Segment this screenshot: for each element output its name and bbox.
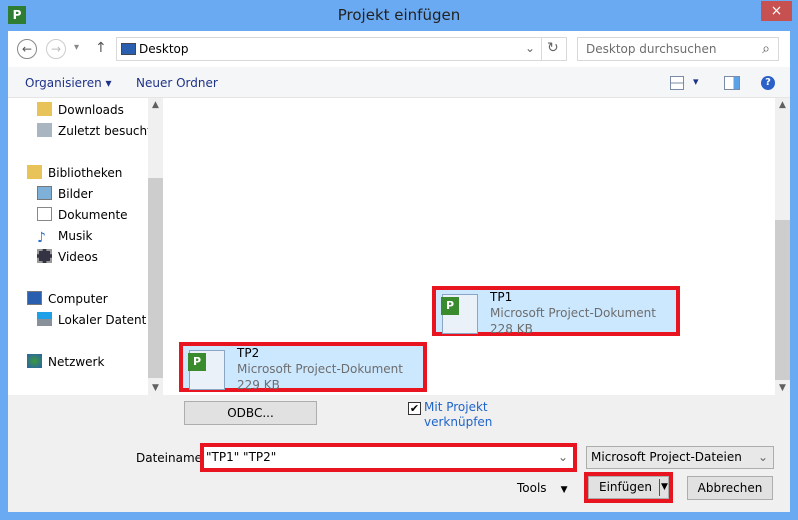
organize-button[interactable]: Organisieren ▾ <box>25 76 112 90</box>
recent-locations-dropdown[interactable]: ▾ <box>74 42 79 53</box>
insert-label: Einfügen <box>599 480 652 494</box>
cancel-button[interactable]: Abbrechen <box>687 476 773 500</box>
nav-label: Bibliotheken <box>48 166 123 180</box>
insert-dropdown-icon[interactable]: ▼ <box>661 477 668 498</box>
nav-label: Lokaler Datenträger <box>58 313 147 327</box>
content-scroll-thumb[interactable] <box>775 220 790 380</box>
filetype-value: Microsoft Project-Dateien <box>591 450 742 464</box>
content-scrollbar[interactable]: ▲ ▼ <box>775 98 790 395</box>
file-item-tp2[interactable]: P TP2 Microsoft Project-Dokument 229 KB <box>179 342 427 392</box>
change-view-icon[interactable] <box>670 76 684 90</box>
navigation-pane: Downloads Zuletzt besucht Bibliotheken B… <box>8 98 164 395</box>
nav-item-music[interactable]: ♪ Musik <box>37 226 93 246</box>
nav-label: Zuletzt besucht <box>58 124 152 138</box>
file-type: Microsoft Project-Dokument <box>490 306 656 320</box>
new-folder-button[interactable]: Neuer Ordner <box>136 76 218 90</box>
link-project-label[interactable]: Mit Projekt verknüpfen <box>424 400 492 430</box>
scroll-down-icon[interactable]: ▼ <box>148 383 163 393</box>
file-name: TP2 <box>237 346 260 360</box>
videos-icon <box>37 249 52 263</box>
forward-button[interactable]: → <box>46 39 66 59</box>
tools-label: Tools <box>517 481 547 495</box>
filetype-dropdown-icon: ⌄ <box>757 450 768 464</box>
file-size: 228 KB <box>490 322 533 336</box>
insert-button[interactable]: Einfügen ▼ <box>588 476 669 499</box>
file-type: Microsoft Project-Dokument <box>237 362 403 376</box>
nav-item-libraries[interactable]: Bibliotheken <box>27 163 122 183</box>
computer-icon <box>27 291 42 305</box>
recent-places-icon <box>37 123 52 137</box>
refresh-icon[interactable]: ↻ <box>547 40 559 56</box>
nav-item-computer[interactable]: Computer <box>27 289 108 309</box>
project-app-icon: P <box>8 6 26 24</box>
link-label-line2: verknüpfen <box>424 415 493 429</box>
nav-item-network[interactable]: Netzwerk <box>27 352 104 372</box>
nav-label: Musik <box>58 229 93 243</box>
nav-label: Computer <box>48 292 108 306</box>
search-icon[interactable]: ⌕ <box>762 38 770 60</box>
file-size: 229 KB <box>237 378 280 392</box>
link-label-line1: Mit Projekt <box>424 400 488 414</box>
window-title: Projekt einfügen <box>337 6 461 24</box>
odbc-button[interactable]: ODBC... <box>184 401 317 425</box>
downloads-folder-icon <box>37 102 52 116</box>
nav-item-downloads[interactable]: Downloads <box>37 100 124 120</box>
search-placeholder: Desktop durchsuchen <box>586 42 717 56</box>
project-file-icon: P <box>188 350 225 390</box>
documents-icon <box>37 207 52 221</box>
nav-label: Dokumente <box>58 208 128 222</box>
nav-item-pictures[interactable]: Bilder <box>37 184 93 204</box>
link-project-checkbox[interactable]: ✔ <box>408 402 421 415</box>
nav-label: Downloads <box>58 103 124 117</box>
filename-dropdown-icon[interactable]: ⌄ <box>558 447 568 468</box>
address-bar[interactable]: Desktop ⌄ ↻ <box>116 37 567 61</box>
close-button[interactable]: × <box>761 1 792 21</box>
project-file-icon: P <box>441 294 478 334</box>
file-item-tp1[interactable]: P TP1 Microsoft Project-Dokument 228 KB <box>432 286 680 336</box>
scroll-up-icon[interactable]: ▲ <box>148 100 163 110</box>
libraries-icon <box>27 165 42 179</box>
network-icon <box>27 354 42 368</box>
preview-pane-icon[interactable] <box>724 76 740 90</box>
nav-item-local-disk[interactable]: Lokaler Datenträger <box>37 310 147 330</box>
tools-dropdown-icon: ▼ <box>560 485 568 495</box>
search-input[interactable]: Desktop durchsuchen ⌕ <box>577 37 779 61</box>
nav-label: Netzwerk <box>48 355 105 369</box>
tools-button[interactable]: Tools ▼ <box>517 481 567 495</box>
up-button[interactable]: ↑ <box>95 40 107 56</box>
local-disk-icon <box>37 312 52 326</box>
address-dropdown-icon[interactable]: ⌄ <box>525 41 535 55</box>
pictures-icon <box>37 186 52 200</box>
nav-item-documents[interactable]: Dokumente <box>37 205 128 225</box>
nav-item-videos[interactable]: Videos <box>37 247 98 267</box>
scroll-up-icon[interactable]: ▲ <box>775 100 790 110</box>
nav-scrollbar[interactable]: ▲ ▼ <box>148 98 163 395</box>
help-icon[interactable]: ? <box>761 76 775 90</box>
nav-scroll-thumb[interactable] <box>148 178 163 378</box>
view-dropdown-icon[interactable]: ▾ <box>693 75 699 88</box>
filetype-select[interactable]: Microsoft Project-Dateien ⌄ <box>586 446 774 469</box>
nav-label: Videos <box>58 250 98 264</box>
filename-label: Dateiname: <box>136 451 207 465</box>
file-name: TP1 <box>490 290 513 304</box>
filename-value: "TP1" "TP2" <box>206 450 277 464</box>
file-list: P TP1 Microsoft Project-Dokument 228 KB … <box>164 98 775 395</box>
nav-item-recent[interactable]: Zuletzt besucht <box>37 121 152 141</box>
address-location: Desktop <box>139 42 189 56</box>
filename-input[interactable]: "TP1" "TP2" ⌄ <box>204 447 573 468</box>
desktop-icon <box>121 43 136 55</box>
nav-label: Bilder <box>58 187 93 201</box>
back-button[interactable]: ← <box>17 39 37 59</box>
scroll-down-icon[interactable]: ▼ <box>775 383 790 393</box>
music-icon: ♪ <box>37 230 46 246</box>
